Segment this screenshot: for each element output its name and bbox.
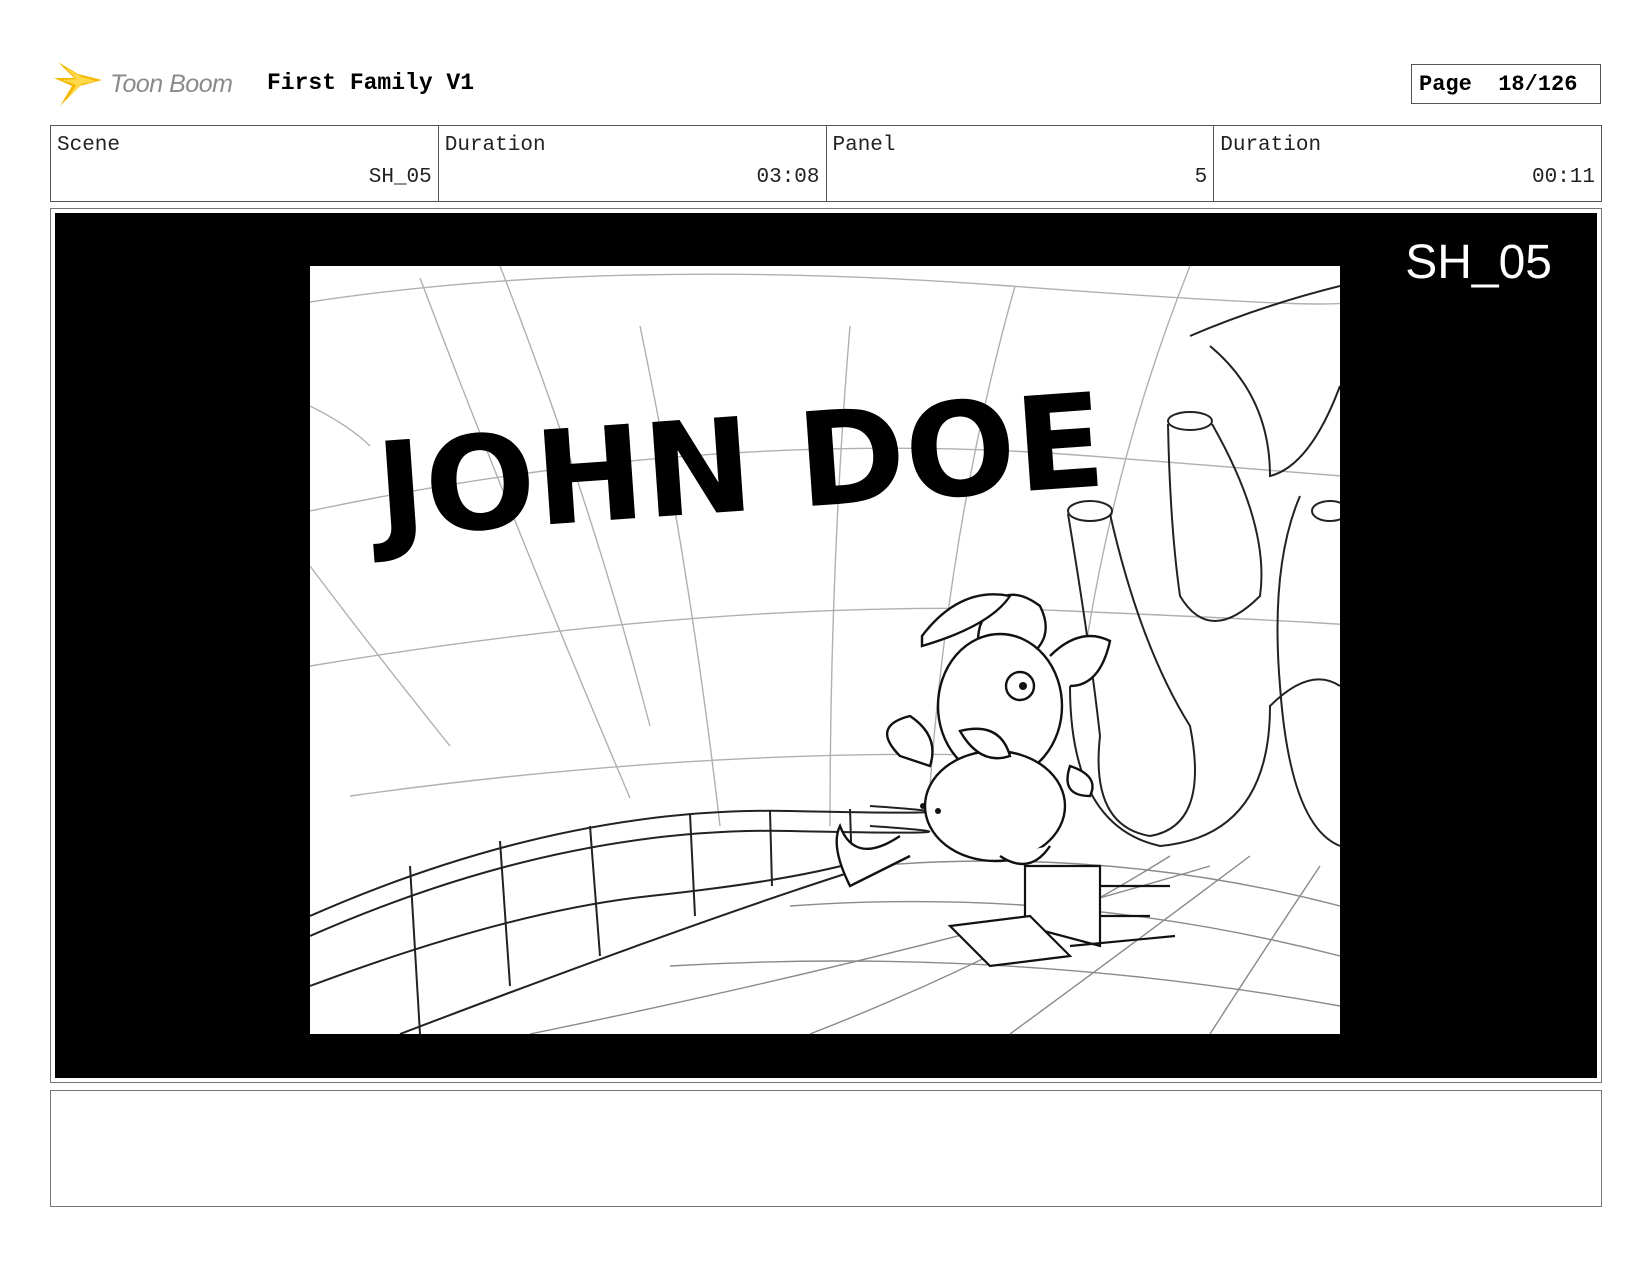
logo-text: Toon Boom [110,69,233,98]
sketch-svg: JOHN DOE [310,266,1340,1034]
title-card-text: JOHN DOE [364,364,1110,567]
shot-info-row: Scene SH_05 Duration 03:08 Panel 5 Durat… [50,125,1602,202]
page-number: 18/126 [1498,71,1578,97]
scene-cell: Scene SH_05 [51,126,439,201]
panel-duration-label: Duration [1220,134,1322,157]
scene-duration-label: Duration [444,134,546,157]
notes-box[interactable] [50,1090,1602,1207]
scene-label: Scene [57,134,121,157]
scene-tag: SH_05 [1405,236,1552,289]
panel-letterbox: SH_05 JOHN DOE [55,213,1597,1078]
scene-duration-value: 03:08 [756,166,820,189]
storyboard-panel: SH_05 JOHN DOE [50,208,1602,1083]
panel-label: Panel [832,134,896,157]
panel-duration-cell: Duration 00:11 [1214,126,1601,201]
project-title: First Family V1 [267,70,475,96]
scene-value: SH_05 [368,166,432,189]
toon-boom-star-icon [54,62,102,106]
toon-boom-logo: Toon Boom [52,56,252,112]
panel-cell: Panel 5 [827,126,1215,201]
panel-drawing: JOHN DOE [310,266,1340,1034]
page-label: Page [1419,71,1472,97]
panel-duration-value: 00:11 [1531,166,1595,189]
page-indicator: Page 18/126 [1411,64,1601,104]
scene-duration-cell: Duration 03:08 [439,126,827,201]
panel-value: 5 [1194,166,1208,189]
